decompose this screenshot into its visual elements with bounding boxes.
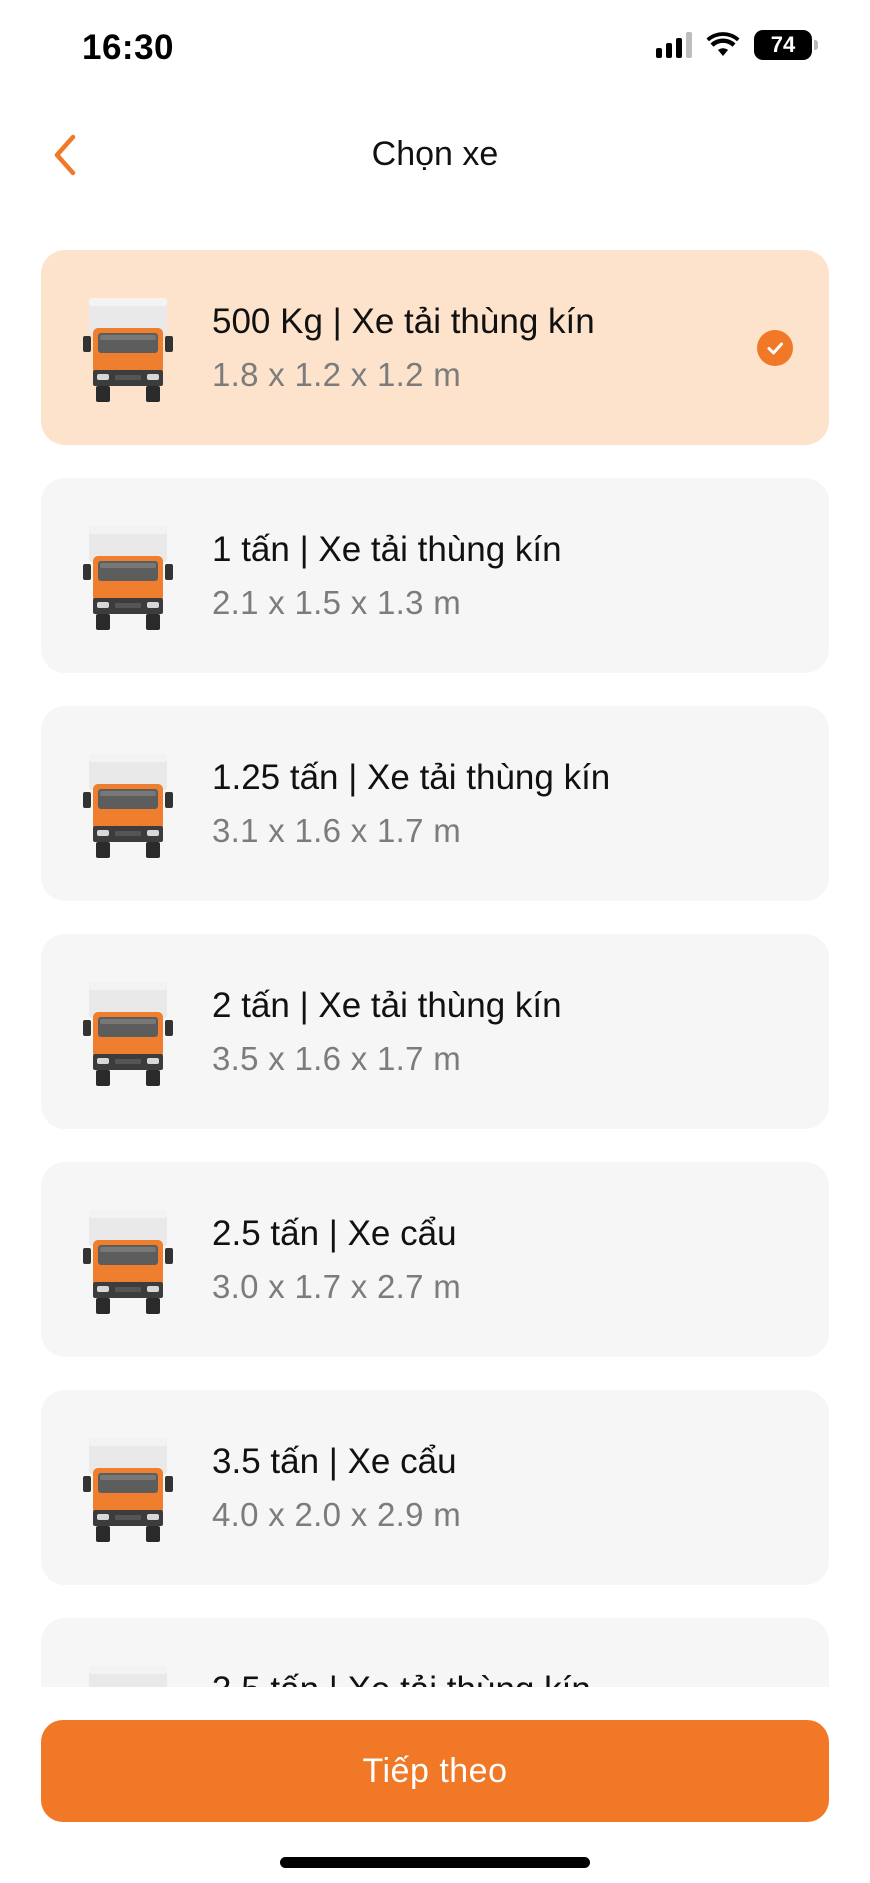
vehicle-dimensions: 1.8 x 1.2 x 1.2 m bbox=[212, 356, 462, 393]
page-title: Chọn xe bbox=[371, 135, 499, 173]
vehicle-name: 2 tấn | Xe tải thùng kín bbox=[212, 986, 562, 1025]
home-indicator bbox=[280, 1857, 590, 1868]
status-icons: 74 bbox=[656, 30, 818, 60]
vehicle-name: 1 tấn | Xe tải thùng kín bbox=[212, 530, 562, 569]
vehicle-option-card[interactable]: 1 tấn | Xe tải thùng kín 2.1 x 1.5 x 1.3 … bbox=[41, 478, 829, 673]
vehicle-option-card[interactable]: 500 Kg | Xe tải thùng kín 1.8 x 1.2 x 1.2… bbox=[41, 250, 829, 445]
truck-icon bbox=[79, 1208, 177, 1318]
vehicle-dimensions: 3.0 x 1.7 x 2.7 m bbox=[212, 1268, 462, 1305]
truck-icon bbox=[79, 752, 177, 862]
vehicle-option-card[interactable]: 2 tấn | Xe tải thùng kín 3.5 x 1.6 x 1.7 … bbox=[41, 934, 829, 1129]
status-time: 16:30 bbox=[82, 28, 175, 67]
truck-icon bbox=[79, 980, 177, 1090]
vehicle-name: 2.5 tấn | Xe cẩu bbox=[212, 1214, 457, 1253]
vehicle-name: 3.5 tấn | Xe cẩu bbox=[212, 1442, 457, 1481]
vehicle-option-card[interactable]: 2.5 tấn | Xe cẩu 3.0 x 1.7 x 2.7 m bbox=[41, 1162, 829, 1357]
truck-icon bbox=[79, 524, 177, 634]
battery-level: 74 bbox=[770, 32, 796, 57]
vehicle-name: 1.25 tấn | Xe tải thùng kín bbox=[212, 758, 611, 797]
status-bar: 16:30 74 bbox=[0, 0, 870, 100]
vehicle-dimensions: 3.1 x 1.6 x 1.7 m bbox=[212, 812, 462, 849]
truck-icon bbox=[79, 296, 177, 406]
vehicle-dimensions: 3.5 x 1.6 x 1.7 m bbox=[212, 1040, 462, 1077]
vehicle-list[interactable]: 500 Kg | Xe tải thùng kín 1.8 x 1.2 x 1.2… bbox=[0, 250, 870, 1687]
truck-icon bbox=[79, 1436, 177, 1546]
cellular-signal-icon bbox=[656, 32, 692, 58]
bottom-bar: Tiếp theo bbox=[0, 1687, 870, 1883]
vehicle-dimensions: 2.1 x 1.5 x 1.3 m bbox=[212, 584, 462, 621]
battery-icon: 74 bbox=[754, 30, 818, 60]
vehicle-option-card[interactable]: 3.5 tấn | Xe cẩu 4.0 x 2.0 x 2.9 m bbox=[41, 1390, 829, 1585]
vehicle-option-card[interactable]: 1.25 tấn | Xe tải thùng kín 3.1 x 1.6 x 1… bbox=[41, 706, 829, 901]
selected-check-icon bbox=[757, 330, 793, 366]
vehicle-name: 3.5 tấn | Xe tải thùng kín bbox=[212, 1670, 591, 1687]
header: Chọn xe bbox=[0, 115, 870, 195]
wifi-icon bbox=[706, 32, 740, 56]
vehicle-name: 500 Kg | Xe tải thùng kín bbox=[212, 302, 595, 341]
vehicle-option-card[interactable]: 3.5 tấn | Xe tải thùng kín bbox=[41, 1618, 829, 1687]
truck-icon bbox=[79, 1664, 177, 1687]
next-button[interactable]: Tiếp theo bbox=[41, 1720, 829, 1822]
screen: 16:30 74 Chọn xe 500 Kg | Xe tải thùng k… bbox=[0, 0, 870, 1883]
vehicle-dimensions: 4.0 x 2.0 x 2.9 m bbox=[212, 1496, 462, 1533]
